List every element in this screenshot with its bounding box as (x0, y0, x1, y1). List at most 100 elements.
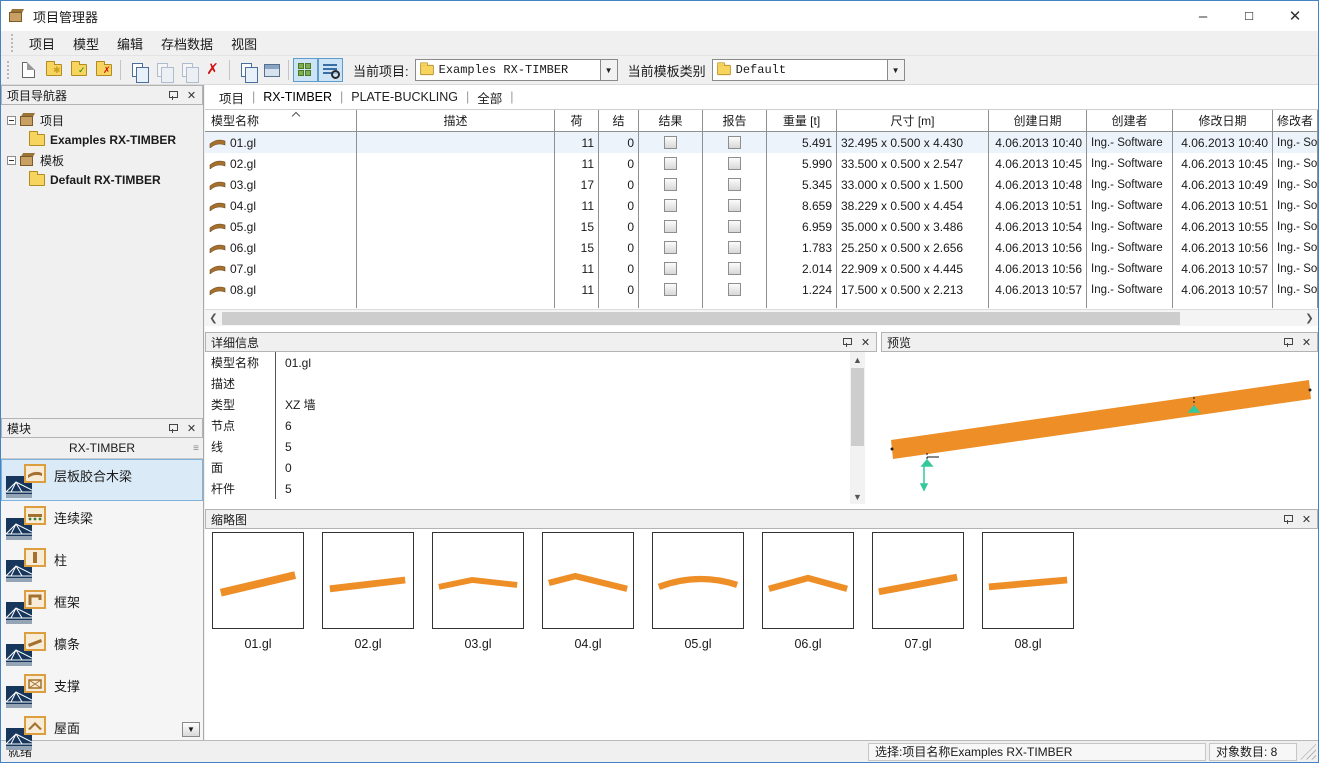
report-checkbox[interactable] (728, 178, 741, 191)
toolbar-grip-2[interactable] (7, 61, 12, 79)
report-checkbox[interactable] (728, 220, 741, 233)
combo-arrow-icon[interactable]: ▼ (887, 60, 904, 80)
tab-4[interactable]: 全部 (471, 86, 508, 109)
results-checkbox[interactable] (664, 220, 677, 233)
column-header-12[interactable]: 修改者 (1273, 110, 1318, 131)
minimize-button[interactable]: – (1180, 1, 1226, 31)
pin-icon[interactable] (165, 88, 180, 102)
column-header-10[interactable]: 创建者 (1087, 110, 1173, 131)
table-row-07.gl[interactable]: 07.gl1102.01422.909 x 0.500 x 4.4454.06.… (205, 258, 1318, 279)
module-item-7[interactable]: 屋面 (1, 711, 203, 753)
group-menu-icon[interactable]: ≡ (193, 443, 199, 454)
results-checkbox[interactable] (664, 157, 677, 170)
expander-icon[interactable] (7, 156, 16, 165)
column-header-1[interactable]: 模型名称 (205, 110, 357, 131)
close-button[interactable]: ✕ (1272, 1, 1318, 31)
table-row-06.gl[interactable]: 06.gl1501.78325.250 x 0.500 x 2.6564.06.… (205, 237, 1318, 258)
module-item-6[interactable]: 支撑 (1, 669, 203, 711)
tree-node-1[interactable]: 项目 (7, 110, 201, 130)
tree-leaf-2-1[interactable]: Default RX-TIMBER (7, 170, 201, 190)
column-header-9[interactable]: 创建日期 (989, 110, 1087, 131)
table-row-03.gl[interactable]: 03.gl1705.34533.000 x 0.500 x 1.5004.06.… (205, 174, 1318, 195)
scrollbar-thumb[interactable] (851, 368, 864, 446)
combo-arrow-icon[interactable]: ▼ (600, 60, 617, 80)
module-item-4[interactable]: 框架 (1, 585, 203, 627)
preview-viewport[interactable] (881, 352, 1318, 504)
table-row-05.gl[interactable]: 05.gl1506.95935.000 x 0.500 x 3.4864.06.… (205, 216, 1318, 237)
close-panel-icon[interactable]: ✕ (184, 88, 199, 102)
current-project-combobox[interactable]: Examples RX-TIMBER ▼ (415, 59, 618, 81)
close-panel-icon[interactable]: ✕ (858, 335, 873, 349)
details-vertical-scrollbar[interactable]: ▲ ▼ (850, 352, 865, 504)
column-header-8[interactable]: 尺寸 [m] (837, 110, 989, 131)
results-checkbox[interactable] (664, 136, 677, 149)
thumbnail-01.gl[interactable]: 01.gl (212, 532, 304, 651)
menu-item-3[interactable]: 编辑 (108, 31, 152, 56)
column-header-2[interactable]: 描述 (357, 110, 555, 131)
close-panel-icon[interactable]: ✕ (1299, 335, 1314, 349)
pin-icon[interactable] (839, 335, 854, 349)
connect-project-button[interactable] (234, 58, 259, 82)
thumbnail-03.gl[interactable]: 03.gl (432, 532, 524, 651)
column-header-3[interactable]: 荷 (555, 110, 599, 131)
tree-node-2[interactable]: 模板 (7, 150, 201, 170)
thumbnail-02.gl[interactable]: 02.gl (322, 532, 414, 651)
pin-icon[interactable] (1280, 512, 1295, 526)
column-header-6[interactable]: 报告 (703, 110, 767, 131)
close-panel-icon[interactable]: ✕ (1299, 512, 1314, 526)
toolbar-grip[interactable] (11, 34, 16, 52)
column-header-4[interactable]: 结 (599, 110, 639, 131)
table-row-01.gl[interactable]: 01.gl1105.49132.495 x 0.500 x 4.4304.06.… (205, 132, 1318, 153)
results-checkbox[interactable] (664, 241, 677, 254)
report-checkbox[interactable] (728, 199, 741, 212)
close-panel-icon[interactable]: ✕ (184, 421, 199, 435)
archive-table-button[interactable] (259, 58, 284, 82)
pin-icon[interactable] (165, 421, 180, 435)
report-checkbox[interactable] (728, 283, 741, 296)
tree-leaf-1-1[interactable]: Examples RX-TIMBER (7, 130, 201, 150)
maximize-button[interactable]: ☐ (1226, 1, 1272, 31)
report-checkbox[interactable] (728, 241, 741, 254)
report-checkbox[interactable] (728, 157, 741, 170)
thumbnail-08.gl[interactable]: 08.gl (982, 532, 1074, 651)
thumbnail-06.gl[interactable]: 06.gl (762, 532, 854, 651)
results-checkbox[interactable] (664, 262, 677, 275)
delete-button[interactable]: ✗ (200, 58, 225, 82)
menu-item-5[interactable]: 视图 (222, 31, 266, 56)
module-item-5[interactable]: 檩条 (1, 627, 203, 669)
delete-project-button[interactable]: ✗ (91, 58, 116, 82)
copy-button[interactable] (125, 58, 150, 82)
module-item-2[interactable]: 连续梁 (1, 501, 203, 543)
open-project-button[interactable]: ✓ (66, 58, 91, 82)
table-row-04.gl[interactable]: 04.gl1108.65938.229 x 0.500 x 4.4544.06.… (205, 195, 1318, 216)
tab-3[interactable]: PLATE-BUCKLING (345, 88, 464, 106)
menu-item-2[interactable]: 模型 (64, 31, 108, 56)
report-checkbox[interactable] (728, 136, 741, 149)
report-checkbox[interactable] (728, 262, 741, 275)
column-header-7[interactable]: 重量 [t] (767, 110, 837, 131)
thumbnail-07.gl[interactable]: 07.gl (872, 532, 964, 651)
results-checkbox[interactable] (664, 199, 677, 212)
scroll-up-icon[interactable]: ▲ (850, 352, 865, 367)
scrollbar-thumb[interactable] (222, 312, 1180, 325)
pin-icon[interactable] (1280, 335, 1295, 349)
scroll-right-icon[interactable]: ❯ (1301, 310, 1318, 327)
paste-button[interactable] (150, 58, 175, 82)
module-item-1[interactable]: 层板胶合木梁 (1, 459, 203, 501)
new-project-button[interactable]: ✱ (41, 58, 66, 82)
thumbnail-05.gl[interactable]: 05.gl (652, 532, 744, 651)
column-header-11[interactable]: 修改日期 (1173, 110, 1273, 131)
results-checkbox[interactable] (664, 178, 677, 191)
module-item-3[interactable]: 柱 (1, 543, 203, 585)
expander-icon[interactable] (7, 116, 16, 125)
resize-grip[interactable] (1300, 744, 1316, 760)
column-header-5[interactable]: 结果 (639, 110, 703, 131)
table-row-08.gl[interactable]: 08.gl1101.22417.500 x 0.500 x 2.2134.06.… (205, 279, 1318, 300)
details-view-toggle[interactable] (318, 58, 343, 82)
thumbnail-04.gl[interactable]: 04.gl (542, 532, 634, 651)
table-horizontal-scrollbar[interactable]: ❮ ❯ (205, 309, 1318, 326)
menu-item-1[interactable]: 项目 (20, 31, 64, 56)
copy-to-button[interactable] (175, 58, 200, 82)
thumbnail-view-toggle[interactable] (293, 58, 318, 82)
scroll-left-icon[interactable]: ❮ (205, 310, 222, 327)
